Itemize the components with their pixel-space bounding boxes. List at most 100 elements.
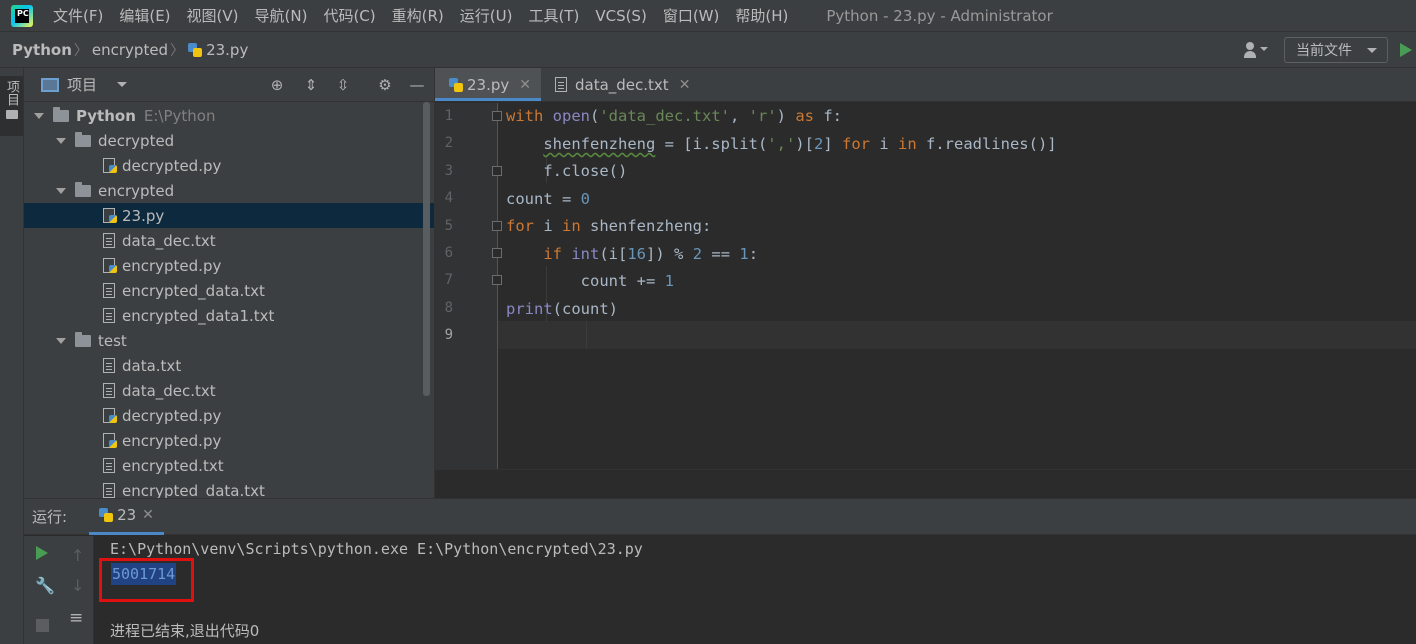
- tree-item[interactable]: encrypted.py: [24, 428, 434, 453]
- rerun-icon[interactable]: [36, 546, 48, 560]
- window-title: Python - 23.py - Administrator: [826, 6, 1053, 25]
- tree-item[interactable]: encrypted: [24, 178, 434, 203]
- tree-item-label: 23.py: [122, 206, 165, 225]
- hide-panel-icon[interactable]: —: [408, 76, 426, 94]
- editor-tab-bar: 23.py ✕ data_dec.txt ✕: [435, 68, 1416, 102]
- run-tab-label: 23: [117, 506, 137, 524]
- text-file-icon: [103, 283, 115, 298]
- tree-item-path: E:\Python: [143, 106, 216, 125]
- python-file-icon: [103, 158, 117, 173]
- arrow-down-icon[interactable]: ↓: [71, 576, 87, 595]
- arrow-up-icon[interactable]: ↑: [71, 546, 87, 565]
- python-file-icon: [188, 42, 203, 57]
- soft-wrap-icon[interactable]: ≡: [69, 608, 85, 628]
- menu-refactor[interactable]: 重构(R): [392, 5, 444, 26]
- tree-item-label: data_dec.txt: [122, 231, 216, 250]
- expand-all-icon[interactable]: ⇕: [302, 76, 320, 94]
- line-number: 4: [444, 190, 453, 207]
- close-icon[interactable]: ✕: [519, 77, 531, 93]
- text-file-icon: [555, 77, 567, 92]
- expand-arrow-icon[interactable]: [56, 187, 66, 194]
- user-account-icon[interactable]: [1244, 41, 1270, 59]
- close-icon[interactable]: ✕: [142, 507, 154, 523]
- tree-item-label: decrypted: [98, 131, 175, 150]
- tree-item[interactable]: decrypted.py: [24, 153, 434, 178]
- indent-guide: [586, 321, 587, 349]
- tree-item[interactable]: 23.py: [24, 203, 434, 228]
- tab-label: 23.py: [467, 75, 510, 94]
- tree-item[interactable]: decrypted.py: [24, 403, 434, 428]
- menu-edit[interactable]: 编辑(E): [119, 5, 170, 26]
- tree-item-label: encrypted.txt: [122, 456, 224, 475]
- menu-tools[interactable]: 工具(T): [528, 5, 579, 26]
- menu-run[interactable]: 运行(U): [460, 5, 513, 26]
- breadcrumb-separator-icon: 〉: [170, 42, 185, 59]
- fold-marker-icon[interactable]: [492, 220, 502, 231]
- run-tab-23[interactable]: 23 ✕: [89, 499, 164, 535]
- line-number: 9: [444, 327, 453, 344]
- pycharm-logo-icon: PC: [11, 4, 33, 27]
- run-button[interactable]: [1400, 43, 1412, 57]
- project-tool-button[interactable]: 项目: [0, 76, 23, 136]
- current-line-highlight: [498, 321, 1416, 349]
- tree-item[interactable]: decrypted: [24, 128, 434, 153]
- console-result: 5001714: [111, 563, 177, 585]
- tree-item[interactable]: encrypted_data.txt: [24, 478, 434, 498]
- chevron-down-icon[interactable]: [117, 82, 128, 92]
- breadcrumb-file[interactable]: 23.py: [206, 41, 248, 59]
- tab-data-dec-txt[interactable]: data_dec.txt ✕: [541, 68, 700, 101]
- tree-item[interactable]: data.txt: [24, 353, 434, 378]
- fold-marker-icon[interactable]: [492, 165, 502, 176]
- tree-item[interactable]: encrypted_data1.txt: [24, 303, 434, 328]
- folder-icon: [53, 106, 69, 122]
- menu-help[interactable]: 帮助(H): [735, 5, 788, 26]
- code-line: print(count): [506, 300, 618, 318]
- breadcrumb-project[interactable]: Python: [12, 41, 72, 59]
- tree-item[interactable]: encrypted_data.txt: [24, 278, 434, 303]
- code-line: count += 1: [506, 272, 674, 290]
- tree-scrollbar[interactable]: [423, 102, 430, 396]
- editor-area: 23.py ✕ data_dec.txt ✕ 1 2 3 4 5 6 7 8 9 with op…: [434, 68, 1416, 498]
- menu-window[interactable]: 窗口(W): [663, 5, 720, 26]
- tree-item[interactable]: test: [24, 328, 434, 353]
- expand-arrow-icon[interactable]: [34, 112, 44, 119]
- menu-vcs[interactable]: VCS(S): [595, 7, 646, 25]
- run-configuration-select[interactable]: 当前文件: [1284, 37, 1388, 63]
- code-line: f.close(): [506, 162, 628, 180]
- menu-view[interactable]: 视图(V): [187, 5, 239, 26]
- menu-navigate[interactable]: 导航(N): [255, 5, 308, 26]
- gear-icon[interactable]: ⚙: [376, 76, 394, 94]
- run-configuration-label: 当前文件: [1296, 43, 1352, 59]
- tab-23-py[interactable]: 23.py ✕: [435, 68, 541, 101]
- breadcrumb-folder[interactable]: encrypted: [92, 41, 168, 59]
- stop-icon[interactable]: [36, 619, 49, 632]
- expand-arrow-icon[interactable]: [56, 337, 66, 344]
- close-icon[interactable]: ✕: [679, 77, 691, 93]
- fold-marker-icon[interactable]: [492, 275, 502, 286]
- wrench-icon[interactable]: 🔧: [35, 576, 55, 595]
- menu-file[interactable]: 文件(F): [53, 5, 103, 26]
- locate-file-icon[interactable]: ⊕: [268, 76, 286, 94]
- tree-item[interactable]: encrypted.txt: [24, 453, 434, 478]
- python-file-icon: [103, 208, 117, 223]
- collapse-all-icon[interactable]: ⇳: [334, 76, 352, 94]
- tree-item[interactable]: data_dec.txt: [24, 228, 434, 253]
- project-tool-label: 项目: [4, 80, 19, 106]
- tree-item-label: encrypted.py: [122, 256, 222, 275]
- fold-marker-icon[interactable]: [492, 111, 502, 121]
- project-view-icon: [41, 77, 59, 92]
- project-panel-title[interactable]: 项目: [67, 74, 97, 95]
- tree-item[interactable]: data_dec.txt: [24, 378, 434, 403]
- tree-item-label: data_dec.txt: [122, 381, 216, 400]
- folder-icon: [5, 110, 18, 119]
- python-file-icon: [103, 433, 117, 448]
- python-file-icon: [449, 77, 463, 92]
- tree-item[interactable]: Python E:\Python: [24, 103, 434, 128]
- expand-arrow-icon[interactable]: [56, 137, 66, 144]
- tree-item[interactable]: encrypted.py: [24, 253, 434, 278]
- tree-item-label: decrypted.py: [122, 156, 222, 175]
- fold-marker-icon[interactable]: [492, 248, 502, 258]
- python-file-icon: [103, 408, 117, 423]
- line-number-gutter[interactable]: 1 2 3 4 5 6 7 8 9: [435, 103, 502, 469]
- menu-code[interactable]: 代码(C): [323, 5, 375, 26]
